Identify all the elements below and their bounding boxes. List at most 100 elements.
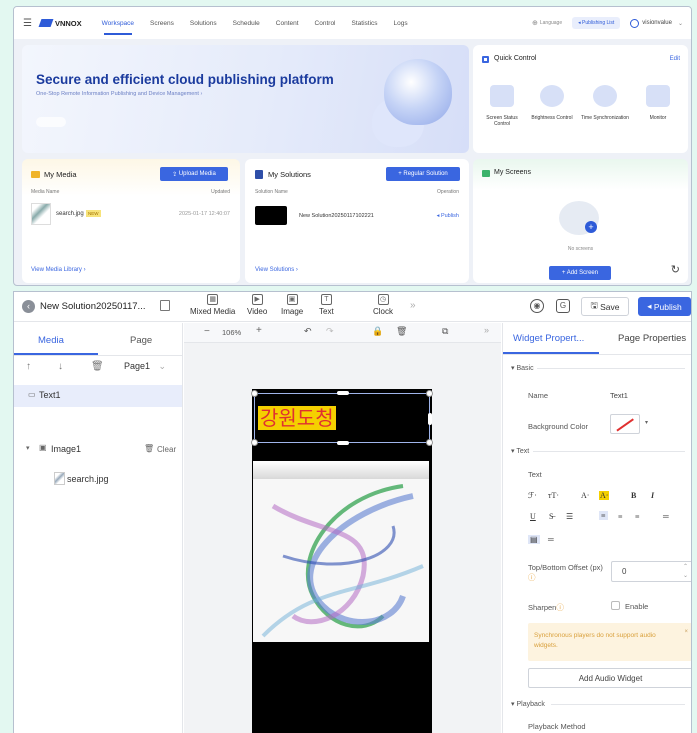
section-text[interactable]: ▾ Text — [511, 447, 529, 455]
expand-icon[interactable]: ▾ — [26, 444, 30, 452]
nav-schedule[interactable]: Schedule — [233, 20, 260, 27]
nav-statistics[interactable]: Statistics — [352, 20, 378, 27]
valign-middle-button[interactable]: ═ — [548, 535, 554, 544]
align-left-button[interactable]: ≡ — [599, 511, 608, 520]
tab-page-properties[interactable]: Page Properties — [618, 333, 686, 344]
resize-handle[interactable] — [337, 441, 349, 445]
line-spacing-button[interactable]: ☰ — [566, 512, 573, 521]
valign-top-button[interactable]: ▤ — [528, 535, 540, 544]
name-value[interactable]: Text1 — [610, 391, 628, 400]
clear-button[interactable]: Clear — [157, 445, 176, 454]
font-family-button[interactable]: ℱ· — [528, 491, 537, 500]
menu-icon[interactable]: ☰ — [23, 18, 32, 29]
expand-panel-icon[interactable]: » — [484, 325, 489, 335]
page-select[interactable]: Page1 ⌄ — [124, 361, 176, 372]
delete-layer-icon[interactable]: 🗑 — [91, 361, 104, 372]
qc-monitor[interactable]: Monitor — [635, 85, 681, 121]
tab-page[interactable]: Page — [130, 335, 152, 346]
add-screen-button[interactable]: + Add Screen — [549, 266, 611, 280]
clear-icon[interactable]: 🗑 — [144, 444, 154, 453]
font-color-button[interactable]: A· — [581, 491, 589, 500]
nav-workspace[interactable]: Workspace — [102, 20, 134, 35]
delete-icon[interactable]: 🗑 — [396, 326, 407, 337]
save-button[interactable]: 🖫 Save — [581, 297, 629, 316]
help-icon[interactable]: ⓘ — [528, 573, 536, 582]
more-tools-icon[interactable]: » — [410, 300, 416, 311]
publish-button[interactable]: ◂ Publish — [638, 297, 691, 316]
italic-button[interactable]: I — [651, 491, 654, 500]
add-audio-widget-button[interactable]: Add Audio Widget — [528, 668, 691, 688]
close-icon[interactable]: × — [684, 629, 688, 635]
resize-handle[interactable] — [426, 390, 433, 397]
refresh-icon[interactable]: ↻ — [671, 263, 680, 276]
nav-control[interactable]: Control — [315, 20, 336, 27]
zoom-in-icon[interactable]: + — [256, 325, 262, 336]
publish-link[interactable]: ◂ Publish — [437, 213, 459, 219]
nav-screens[interactable]: Screens — [150, 20, 174, 27]
strikethrough-button[interactable]: S̶ — [549, 512, 553, 521]
nav-logs[interactable]: Logs — [394, 20, 408, 27]
copy-icon[interactable]: ⧉ — [442, 326, 448, 337]
tool-image[interactable]: ▣ Image — [281, 294, 303, 316]
screen-canvas[interactable]: 강원도청 — [251, 389, 433, 733]
image-widget[interactable] — [253, 466, 429, 642]
move-up-icon[interactable]: ↑ — [26, 361, 31, 372]
solution-name[interactable]: New Solution20250117102221 — [299, 213, 374, 219]
resize-handle[interactable] — [251, 390, 258, 397]
undo-icon[interactable]: ↶ — [304, 326, 312, 337]
highlight-button[interactable]: A· — [599, 491, 610, 500]
resize-handle[interactable] — [426, 439, 433, 446]
enable-checkbox[interactable] — [611, 601, 620, 610]
resize-handle[interactable] — [428, 413, 432, 425]
language-icon[interactable]: ⊕ — [532, 19, 538, 27]
layer-file-search[interactable]: search.jpg — [14, 469, 182, 489]
help-icon[interactable]: ⓘ — [556, 603, 564, 612]
media-thumbnail[interactable] — [31, 203, 51, 225]
section-basic[interactable]: ▾ Basic — [511, 364, 534, 372]
resize-handle[interactable] — [251, 439, 258, 446]
qc-screen-status[interactable]: Screen Status Control — [479, 85, 525, 127]
zoom-level[interactable]: 106% — [222, 328, 241, 337]
stepper-up-icon[interactable]: ⌃ — [683, 563, 688, 570]
offset-input[interactable]: 0 ⌃ ⌄ — [611, 561, 691, 582]
upload-media-button[interactable]: ⇪ Upload Media — [160, 167, 228, 181]
move-down-icon[interactable]: ↓ — [58, 361, 63, 372]
layer-image1[interactable]: ▾ ▣ Image1 🗑 Clear — [14, 441, 182, 461]
rename-icon[interactable] — [160, 300, 170, 311]
qc-brightness[interactable]: Brightness Control — [529, 85, 575, 121]
tool-mixed-media[interactable]: ▦ Mixed Media — [190, 294, 235, 316]
nav-solutions[interactable]: Solutions — [190, 20, 217, 27]
underline-button[interactable]: U — [530, 512, 536, 521]
background-color-picker[interactable]: ▾ — [610, 414, 648, 434]
layer-text1[interactable]: ▭ Text1 — [14, 385, 182, 407]
bold-button[interactable]: B — [631, 491, 636, 500]
publishing-list-button[interactable]: ◂ Publishing List — [572, 17, 621, 29]
solution-thumbnail[interactable] — [255, 206, 287, 225]
language-link[interactable]: Language — [540, 20, 562, 26]
align-right-button[interactable]: ≡ — [635, 512, 640, 521]
qc-time-sync[interactable]: Time Synchronization — [579, 85, 631, 121]
stepper-down-icon[interactable]: ⌄ — [683, 572, 688, 579]
tool-video[interactable]: ▶ Video — [247, 294, 267, 316]
user-icon[interactable] — [630, 18, 640, 28]
font-size-button[interactable]: ᴛT· — [548, 491, 559, 500]
tool-text[interactable]: T Text — [319, 294, 334, 316]
resize-handle[interactable] — [337, 391, 349, 395]
settings-icon[interactable]: G — [556, 299, 570, 313]
view-media-library-link[interactable]: View Media Library › — [31, 267, 86, 273]
align-center-button[interactable]: ≡ — [618, 512, 623, 521]
section-playback[interactable]: ▾ Playback — [511, 700, 545, 708]
justify-button[interactable]: ═ — [663, 512, 669, 521]
lock-icon[interactable]: 🔒 — [372, 326, 383, 337]
preview-icon[interactable]: ◉ — [530, 299, 544, 313]
chevron-down-icon[interactable]: ⌄ — [678, 20, 683, 27]
edit-link[interactable]: Edit — [670, 56, 680, 62]
view-solutions-link[interactable]: View Solutions › — [255, 267, 298, 273]
nav-content[interactable]: Content — [276, 20, 299, 27]
user-name[interactable]: visionvalue — [642, 20, 672, 26]
tab-widget-properties[interactable]: Widget Propert... — [513, 333, 584, 344]
redo-icon[interactable]: ↷ — [326, 326, 334, 337]
text-widget[interactable]: 강원도청 — [251, 390, 433, 446]
tab-media[interactable]: Media — [38, 335, 64, 346]
regular-solution-button[interactable]: + Regular Solution — [386, 167, 460, 181]
